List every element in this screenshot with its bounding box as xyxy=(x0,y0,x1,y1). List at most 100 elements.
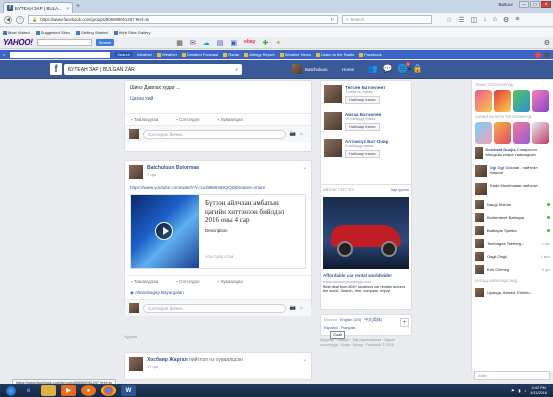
profile-link[interactable]: Batchuluun xyxy=(292,64,328,74)
share-button[interactable]: Хуваалцах xyxy=(218,279,242,284)
bookmark-star-icon[interactable]: ☆ xyxy=(446,16,452,24)
chevron-down-icon[interactable]: ⌄ xyxy=(303,165,307,179)
privacy-icon[interactable]: 🔒 xyxy=(413,64,423,73)
extension-icon[interactable] xyxy=(544,51,550,58)
create-ad-link[interactable]: Зар үүсгэх xyxy=(391,188,409,192)
yahoo-search-button[interactable]: Search xyxy=(95,39,115,46)
reload-icon[interactable]: ↻ xyxy=(330,17,334,23)
word-icon[interactable]: W xyxy=(121,385,136,396)
ticker-item[interactable]: Dolzhaat Duujia Сонирхсон Mongolia кларе… xyxy=(472,144,553,162)
language-option[interactable]: English (US) xyxy=(340,318,361,323)
alert-icon[interactable] xyxy=(535,51,541,58)
folder-icon[interactable] xyxy=(41,385,56,396)
browser-tab[interactable]: f БУТЕАН ЗАР | BULA... × xyxy=(3,2,73,13)
language-option[interactable]: 中文(简体) xyxy=(364,318,382,323)
video-preview[interactable]: Бүтээн айлчлан амбатын цагийн хиттэнээн … xyxy=(130,194,306,269)
browser-search-box[interactable]: ⌕ Search xyxy=(342,15,432,24)
ticker-item[interactable]: Kadri Munkhaatar нийтлэл xyxy=(472,180,553,198)
game-tile[interactable] xyxy=(532,90,549,112)
messages-icon[interactable]: 💬 xyxy=(383,64,393,73)
game-tile[interactable] xyxy=(494,90,511,112)
avatar[interactable] xyxy=(324,139,342,157)
post-link[interactable]: https://www.youtube.com/watch?v=zuJ98694… xyxy=(125,183,311,192)
avatar[interactable] xyxy=(324,85,342,103)
facebook-search-input[interactable]: БУТЕАН ЗАР | BULGAN ZAR ⌕ xyxy=(64,64,242,75)
comment-input[interactable]: Сэтгэгдэл бичих... xyxy=(143,303,286,313)
account-menu-icon[interactable]: ▾ xyxy=(408,66,411,73)
close-window-icon[interactable]: × xyxy=(541,1,551,8)
chrome-icon[interactable] xyxy=(101,385,116,396)
comment-button[interactable]: Сэтгэгдэл xyxy=(176,117,199,122)
ticker-item[interactable]: Ogi Ogi Golodai - нийтлэл нэмсэн xyxy=(472,162,553,180)
comment-button[interactable]: Сэтгэгдэл xyxy=(176,279,199,284)
info-icon[interactable]: i xyxy=(16,15,24,24)
video-thumbnail[interactable] xyxy=(131,195,199,268)
contact-item[interactable]: Naugi Shirine xyxy=(472,198,553,211)
post-author[interactable]: Хосбаяр Жаргал xyxy=(147,357,188,363)
back-icon[interactable]: ◀ xyxy=(4,15,12,24)
sync-icon[interactable]: ⚙ xyxy=(503,16,509,24)
clock[interactable]: 4:42 PM 4/11/2016 xyxy=(530,386,547,395)
weather-link[interactable]: Detailed Forecast xyxy=(182,52,218,57)
pocket-icon[interactable]: ◫ xyxy=(471,16,478,24)
new-tab-button[interactable]: + xyxy=(76,3,80,10)
like-button[interactable]: Таалагдлаа xyxy=(131,117,158,122)
weather-link[interactable]: Radar xyxy=(223,52,239,57)
menu-icon[interactable]: ≡ xyxy=(515,16,519,24)
language-option[interactable]: Español xyxy=(324,326,338,330)
friend-requests-icon[interactable]: 👥 xyxy=(368,64,378,73)
avatar[interactable] xyxy=(129,357,143,371)
weather-link[interactable]: Weather xyxy=(157,52,177,57)
home-link[interactable]: Home xyxy=(342,67,354,72)
search-icon[interactable]: ⌕ xyxy=(235,67,238,73)
post-time[interactable]: 7 цаг xyxy=(147,172,199,177)
chevron-down-icon[interactable]: ⌄ xyxy=(303,357,307,371)
contact-item[interactable]: Uyanga. Aewed. Enkhtu... xyxy=(472,286,553,299)
maximize-icon[interactable]: □ xyxy=(530,1,540,8)
ad-title[interactable]: Affordable car rental worldwide! xyxy=(321,271,411,280)
bookmark-item[interactable]: Getting Started xyxy=(76,30,108,35)
media-player-icon[interactable]: ▶ xyxy=(61,385,76,396)
bell-icon[interactable]: ✦ xyxy=(275,39,281,47)
notifications-icon[interactable]: 🌐 1 xyxy=(398,62,410,73)
add-friend-button[interactable]: Найзаар нэмэх xyxy=(345,123,380,131)
language-option[interactable]: Français xyxy=(341,326,356,330)
game-tile[interactable] xyxy=(475,90,492,112)
flag-icon[interactable]: ⚑ xyxy=(511,388,514,393)
firefox-icon[interactable]: ● xyxy=(81,385,96,396)
camera-icon[interactable]: 📷☺ xyxy=(290,131,307,137)
weather-link[interactable]: Allergy Report xyxy=(244,52,274,57)
mail-icon[interactable]: ✉ xyxy=(190,39,196,47)
chat-search-input[interactable]: Хайх xyxy=(474,371,550,380)
weather-link[interactable]: Facebook xyxy=(359,52,382,57)
game-tile[interactable] xyxy=(513,90,530,112)
weather-link[interactable]: Weather News xyxy=(280,52,311,57)
yahoo-logo[interactable]: YAHOO! xyxy=(3,38,33,47)
game-tile[interactable] xyxy=(532,122,549,144)
add-friend-button[interactable]: Найзаар нэмэх xyxy=(345,150,380,158)
bookmark-item[interactable]: Web Slice Gallery xyxy=(114,30,151,35)
volume-icon[interactable]: ♪ xyxy=(524,389,526,393)
game-tile[interactable] xyxy=(475,122,492,144)
video-title[interactable]: Бүтээн айлчлан амбатын цагийн хиттэнээн … xyxy=(205,199,299,225)
footer-links[interactable]: Нууцлал · Нөхцөл · Зар сурталчилгаа · За… xyxy=(320,338,413,348)
network-icon[interactable]: ▮ xyxy=(518,388,520,393)
post-time[interactable]: 17 цаг xyxy=(147,364,243,369)
ie-icon[interactable]: e xyxy=(21,385,36,396)
contact-item[interactable]: Bolderdene Batbayar xyxy=(472,211,553,224)
avatar[interactable] xyxy=(324,112,342,130)
contact-item[interactable]: Tserbagee Tserbeg... 1 цаг xyxy=(472,237,553,250)
address-bar[interactable]: 🔒 https://www.facebook.com/groups/806089… xyxy=(28,15,338,24)
comment-input[interactable]: Сэтгэгдэл бичих... xyxy=(143,129,286,139)
contact-item[interactable]: Batbayar Sjartka xyxy=(472,224,553,237)
weather-search-button[interactable]: Search xyxy=(115,52,132,57)
contact-item[interactable]: Oagii Oagii 1 мин xyxy=(472,250,553,263)
bookmark-item[interactable]: Most Visited xyxy=(3,30,30,35)
start-button-icon[interactable] xyxy=(6,385,16,396)
more-languages-button[interactable]: + xyxy=(400,318,409,327)
minimize-icon[interactable]: – xyxy=(519,1,529,8)
facebook-logo-icon[interactable]: f xyxy=(50,63,62,75)
game-tile[interactable] xyxy=(513,122,530,144)
finance-icon[interactable]: ▤ xyxy=(217,39,224,47)
ad-image[interactable] xyxy=(323,197,409,269)
